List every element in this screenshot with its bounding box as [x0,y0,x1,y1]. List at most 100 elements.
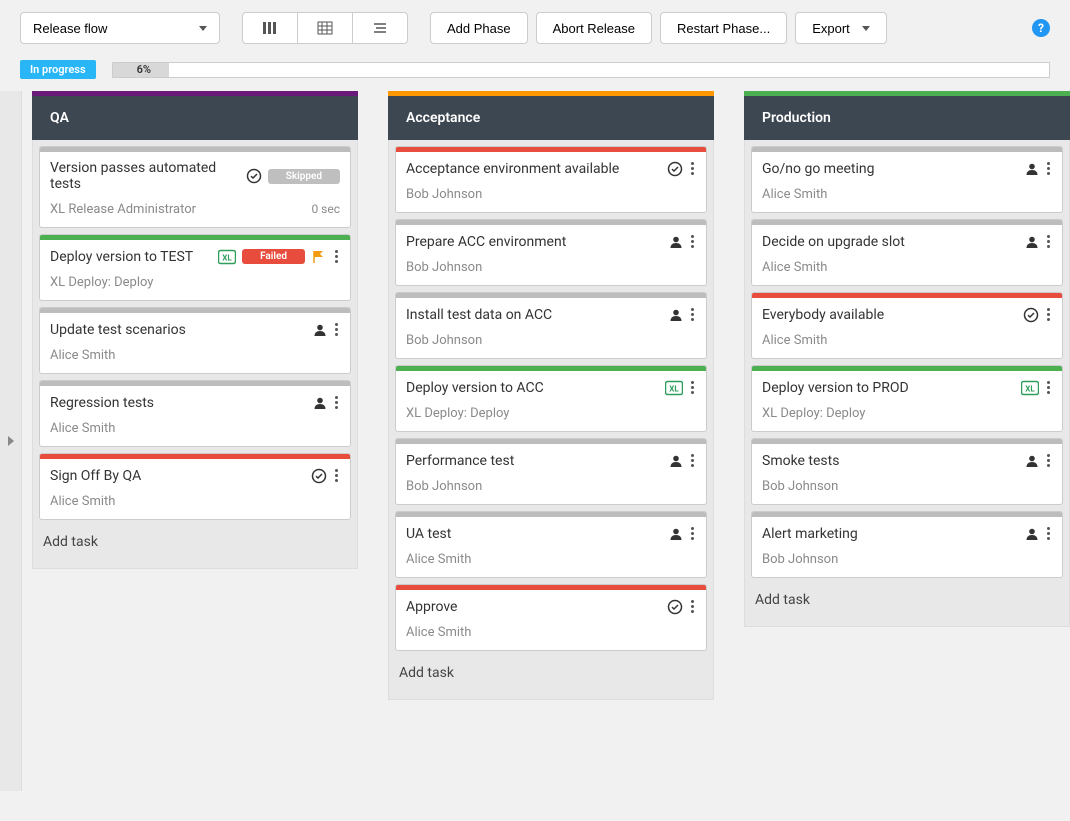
person-icon [669,235,683,249]
task-menu-icon[interactable] [689,160,696,177]
task-title: Deploy version to TEST [50,249,212,265]
chevron-down-icon [199,26,207,31]
status-chip: Failed [242,249,305,264]
task-card[interactable]: Everybody available Alice Smith [751,292,1063,359]
help-icon[interactable]: ? [1032,19,1050,37]
task-card[interactable]: Version passes automated tests Skipped X… [39,146,351,228]
list-view-button[interactable] [352,12,408,44]
svg-text:XL: XL [669,384,679,393]
person-icon [1025,162,1039,176]
progress-percent-label: 6% [137,63,151,77]
task-card[interactable]: Sign Off By QA Alice Smith [39,453,351,520]
xl-deploy-icon: XL [1021,380,1039,396]
progress-bar: 6% [112,62,1050,78]
add-task-button[interactable]: Add task [39,526,351,558]
task-menu-icon[interactable] [689,598,696,615]
phase-header[interactable]: Acceptance [388,96,714,140]
task-title: Install test data on ACC [406,307,663,323]
task-menu-icon[interactable] [333,321,340,338]
gate-icon [1023,307,1039,323]
task-menu-icon[interactable] [1045,233,1052,250]
task-card[interactable]: UA test Alice Smith [395,511,707,578]
task-assignee: Alice Smith [406,625,696,640]
task-title: Smoke tests [762,453,1019,469]
task-menu-icon[interactable] [689,525,696,542]
task-card[interactable]: Deploy version to PROD XL XL Deploy: Dep… [751,365,1063,432]
export-button[interactable]: Export [795,12,887,44]
abort-release-button[interactable]: Abort Release [536,12,652,44]
table-view-button[interactable] [297,12,353,44]
task-card[interactable]: Update test scenarios Alice Smith [39,307,351,374]
task-card[interactable]: Deploy version to TEST XLFailed XL Deplo… [39,234,351,301]
gate-icon [311,468,327,484]
task-assignee: Bob Johnson [762,479,1052,494]
task-card[interactable]: Regression tests Alice Smith [39,380,351,447]
add-task-button[interactable]: Add task [751,584,1063,616]
task-title: Prepare ACC environment [406,234,663,250]
task-menu-icon[interactable] [689,452,696,469]
task-menu-icon[interactable] [333,467,340,484]
task-menu-icon[interactable] [689,306,696,323]
phase-body: Version passes automated tests Skipped X… [32,140,358,569]
task-card[interactable]: Prepare ACC environment Bob Johnson [395,219,707,286]
xl-deploy-icon: XL [665,380,683,396]
task-menu-icon[interactable] [1045,525,1052,542]
chevron-right-icon [8,436,14,446]
task-title: Alert marketing [762,526,1019,542]
task-card[interactable]: Decide on upgrade slot Alice Smith [751,219,1063,286]
task-card[interactable]: Install test data on ACC Bob Johnson [395,292,707,359]
task-title: Update test scenarios [50,322,307,338]
task-menu-icon[interactable] [1045,306,1052,323]
task-assignee: Alice Smith [50,494,340,509]
person-icon [1025,454,1039,468]
person-icon [669,454,683,468]
progress-row: In progress 6% [0,56,1070,91]
task-title: Deploy version to ACC [406,380,659,396]
person-icon [313,396,327,410]
sidebar-expand[interactable] [0,91,22,791]
phase-header[interactable]: Production [744,96,1070,140]
task-menu-icon[interactable] [333,394,340,411]
gate-icon [246,168,262,184]
task-assignee: Bob Johnson [406,333,696,348]
task-assignee: Alice Smith [762,333,1052,348]
phase-body: Go/no go meeting Alice Smith Decide on u… [744,140,1070,627]
task-menu-icon[interactable] [1045,379,1052,396]
task-menu-icon[interactable] [689,379,696,396]
task-title: Deploy version to PROD [762,380,1015,396]
add-phase-button[interactable]: Add Phase [430,12,528,44]
task-menu-icon[interactable] [1045,160,1052,177]
task-assignee: Alice Smith [50,348,340,363]
task-menu-icon[interactable] [689,233,696,250]
task-card[interactable]: Alert marketing Bob Johnson [751,511,1063,578]
view-selector[interactable]: Release flow [20,12,220,44]
task-title: Go/no go meeting [762,161,1019,177]
task-card[interactable]: Acceptance environment available Bob Joh… [395,146,707,213]
board-view-button[interactable] [242,12,298,44]
task-card[interactable]: Go/no go meeting Alice Smith [751,146,1063,213]
toolbar: Release flow Add Phase Abort Release Res… [0,0,1070,56]
restart-phase-button[interactable]: Restart Phase... [660,12,787,44]
task-menu-icon[interactable] [333,248,340,265]
task-card[interactable]: Smoke tests Bob Johnson [751,438,1063,505]
svg-text:XL: XL [222,253,232,262]
task-duration: 0 sec [311,202,340,217]
task-card[interactable]: Approve Alice Smith [395,584,707,651]
phase-title: Acceptance [406,110,480,126]
task-card[interactable]: Performance test Bob Johnson [395,438,707,505]
phase-column: Production Go/no go meeting Alice Smith [744,91,1070,771]
phase-header[interactable]: QA [32,96,358,140]
task-assignee: Bob Johnson [762,552,1052,567]
task-menu-icon[interactable] [1045,452,1052,469]
columns-icon [262,20,278,36]
task-card[interactable]: Deploy version to ACC XL XL Deploy: Depl… [395,365,707,432]
task-title: Everybody available [762,307,1017,323]
flag-icon [311,249,327,265]
phase-title: QA [50,110,69,126]
person-icon [1025,235,1039,249]
add-task-button[interactable]: Add task [395,657,707,689]
task-title: Regression tests [50,395,307,411]
person-icon [669,527,683,541]
xl-deploy-icon: XL [218,249,236,265]
status-badge: In progress [20,60,96,79]
